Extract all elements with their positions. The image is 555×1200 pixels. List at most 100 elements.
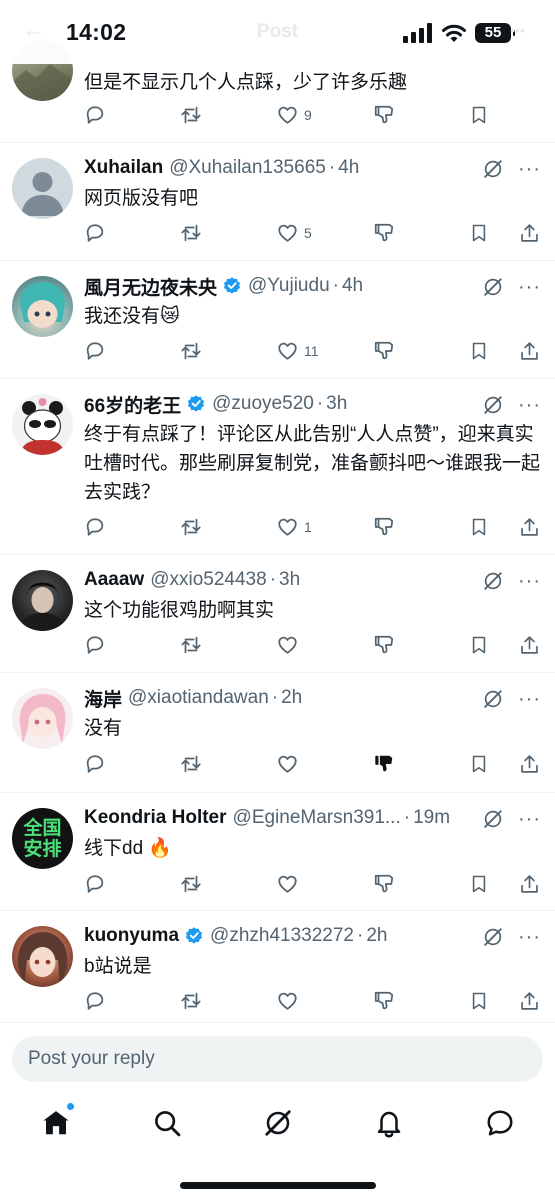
more-options-icon[interactable]: ··· [518,689,541,709]
like-button[interactable] [276,990,299,1012]
nav-notifications[interactable] [372,1106,406,1140]
user-handle[interactable]: @xiaotiandawan [128,687,269,709]
share-button[interactable] [519,516,540,538]
like-button[interactable]: 9 [276,104,312,126]
reply-button[interactable] [84,634,106,656]
display-name[interactable]: Keondria Holter [84,807,227,829]
downvote-button-active[interactable] [373,753,395,775]
like-button[interactable]: 1 [276,516,312,538]
anime-figure-avatar[interactable] [12,276,73,337]
post-time[interactable]: 19m [413,807,450,829]
more-options-icon[interactable]: ••• [510,22,525,38]
nav-messages[interactable] [483,1106,517,1140]
display-name[interactable]: Xuhailan [84,157,163,179]
anime-girl-avatar[interactable] [12,926,73,987]
bookmark-button[interactable] [469,104,489,126]
user-handle[interactable]: @xxio524438 [150,569,266,591]
post-time[interactable]: 3h [279,569,300,591]
more-options-icon[interactable]: ··· [518,159,541,179]
grok-icon[interactable] [482,394,504,416]
reply-item[interactable]: 66岁的老王 @zuoye520 · 3h ··· 终于有点踩了！评论区从此告别… [0,379,555,555]
share-button[interactable] [519,222,540,244]
like-button[interactable]: 11 [276,340,319,362]
reply-button[interactable] [84,753,106,775]
user-handle[interactable]: @EgineMarsn391... [233,807,401,829]
nav-home[interactable] [39,1102,75,1140]
reply-button[interactable] [84,340,106,362]
downvote-button[interactable] [373,634,395,656]
repost-button[interactable] [179,990,203,1012]
like-button[interactable] [276,753,299,775]
green-text-avatar[interactable]: 全国安排 [12,808,73,869]
reply-item[interactable]: 風月无边夜未央 @Yujiudu · 4h ··· 我还没有😿 11 [0,261,555,379]
like-button[interactable] [276,634,299,656]
bookmark-button[interactable] [469,990,489,1012]
post-time[interactable]: 4h [342,275,363,297]
repost-button[interactable] [179,104,203,126]
downvote-button[interactable] [373,222,395,244]
grok-icon[interactable] [482,276,504,298]
share-button[interactable] [519,634,540,656]
reply-button[interactable] [84,104,106,126]
grok-icon[interactable] [482,808,504,830]
display-name[interactable]: Aaaaw [84,569,144,591]
bookmark-button[interactable] [469,753,489,775]
user-handle[interactable]: @zhzh41332272 [210,925,354,947]
repost-button[interactable] [179,634,203,656]
downvote-button[interactable] [373,340,395,362]
downvote-button[interactable] [373,873,395,895]
bookmark-button[interactable] [469,222,489,244]
reply-button[interactable] [84,873,106,895]
user-handle[interactable]: @zuoye520 [212,393,314,415]
nav-search[interactable] [150,1106,184,1140]
user-handle[interactable]: @Yujiudu [248,275,330,297]
default-person-avatar[interactable] [12,158,73,219]
repost-button[interactable] [179,222,203,244]
share-button[interactable] [519,990,540,1012]
post-time[interactable]: 2h [366,925,387,947]
like-button[interactable]: 5 [276,222,312,244]
reply-item[interactable]: Aaaaw @xxio524438 · 3h ··· 这个功能很鸡肋啊其实 [0,555,555,673]
display-name[interactable]: 風月无边夜未央 [84,273,217,300]
display-name[interactable]: 海岸 [84,685,122,712]
home-indicator[interactable] [180,1182,376,1189]
post-time[interactable]: 4h [338,157,359,179]
bookmark-button[interactable] [469,516,489,538]
more-options-icon[interactable]: ··· [518,809,541,829]
like-button[interactable] [276,873,299,895]
reply-item[interactable]: Xuhailan @Xuhailan135665 · 4h ··· 网页版没有吧… [0,143,555,261]
grok-icon[interactable] [482,570,504,592]
repost-button[interactable] [179,873,203,895]
display-name[interactable]: 66岁的老王 [84,391,181,418]
repost-button[interactable] [179,753,203,775]
panda-avatar[interactable] [12,394,73,455]
repost-button[interactable] [179,340,203,362]
dark-portrait-avatar[interactable] [12,570,73,631]
downvote-button[interactable] [373,104,395,126]
share-button[interactable] [519,753,540,775]
downvote-button[interactable] [373,990,395,1012]
post-time[interactable]: 2h [281,687,302,709]
post-time[interactable]: 3h [326,393,347,415]
bookmark-button[interactable] [469,873,489,895]
grok-icon[interactable] [482,926,504,948]
more-options-icon[interactable]: ··· [518,395,541,415]
more-options-icon[interactable]: ··· [518,277,541,297]
share-button[interactable] [519,873,540,895]
reply-button[interactable] [84,990,106,1012]
grok-icon[interactable] [482,158,504,180]
reply-button[interactable] [84,222,106,244]
user-handle[interactable]: @Xuhailan135665 [169,157,326,179]
reply-item[interactable]: 全国安排 Keondria Holter @EgineMarsn391... ·… [0,793,555,911]
grok-icon[interactable] [482,688,504,710]
reply-input[interactable] [12,1036,543,1082]
bookmark-button[interactable] [469,634,489,656]
share-button[interactable] [519,340,540,362]
more-options-icon[interactable]: ··· [518,571,541,591]
reply-item[interactable]: 海岸 @xiaotiandawan · 2h ··· 没有 [0,673,555,793]
downvote-button[interactable] [373,516,395,538]
nav-grok[interactable] [261,1106,295,1140]
reply-button[interactable] [84,516,106,538]
more-options-icon[interactable]: ··· [518,927,541,947]
bookmark-button[interactable] [469,340,489,362]
